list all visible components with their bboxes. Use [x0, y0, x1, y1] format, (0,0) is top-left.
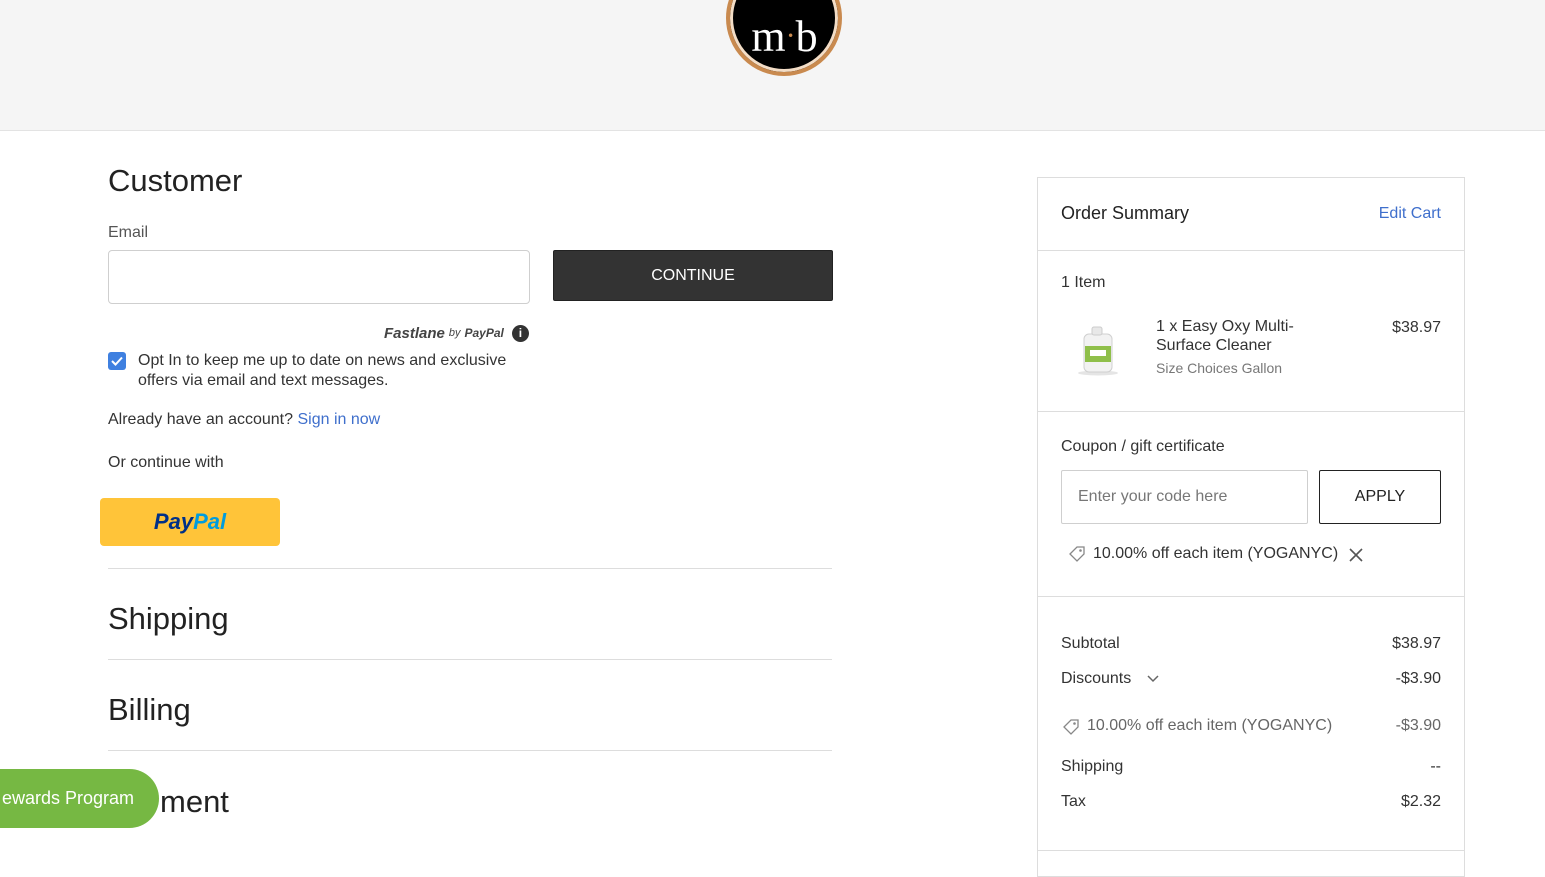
discount-detail-label: 10.00% off each item (YOGANYC) [1087, 717, 1333, 734]
coupon-toggle-link[interactable]: Coupon / gift certificate [1061, 438, 1225, 456]
shipping-heading[interactable]: Shipping [108, 601, 229, 637]
section-divider [108, 659, 832, 660]
chevron-down-icon[interactable] [1147, 675, 1159, 683]
checkbox-check-icon [111, 356, 123, 366]
email-label: Email [108, 224, 149, 241]
brand-logo[interactable]: m · b [726, 0, 842, 76]
email-field[interactable] [108, 250, 530, 304]
account-prompt-row: Already have an account? Sign in now [108, 411, 380, 429]
product-price: $38.97 [1392, 319, 1441, 336]
fastlane-badge: Fastlane by PayPal i [384, 323, 529, 343]
paypal-button[interactable]: Pay Pal [100, 498, 280, 546]
section-divider [108, 568, 832, 569]
order-summary-title: Order Summary [1061, 203, 1190, 223]
coupon-input[interactable] [1061, 470, 1308, 524]
product-name-line2: Surface Cleaner [1156, 337, 1272, 354]
subtotal-label: Subtotal [1061, 635, 1120, 652]
discount-detail-value: -$3.90 [1395, 717, 1441, 734]
customer-heading: Customer [108, 163, 243, 198]
continue-with-label: Or continue with [108, 454, 224, 471]
tag-icon [1069, 546, 1085, 562]
tax-value: $2.32 [1400, 793, 1441, 810]
fastlane-name: Fastlane [384, 324, 445, 342]
order-summary-panel: Order Summary Edit Cart 1 Item 1 x Easy … [1037, 177, 1465, 877]
discounts-value: -$3.90 [1395, 670, 1441, 687]
optin-label: Opt In to keep me up to date on news and… [138, 352, 507, 389]
summary-divider [1038, 411, 1464, 412]
summary-divider [1038, 850, 1464, 851]
payment-heading[interactable]: ment [160, 784, 229, 820]
shipping-value: -- [1430, 758, 1441, 775]
site-header: m · b [0, 0, 1545, 131]
item-count: 1 Item [1061, 274, 1106, 291]
subtotal-value: $38.97 [1392, 635, 1441, 652]
continue-button[interactable]: CONTINUE [553, 250, 833, 301]
applied-coupon: 10.00% off each item (YOGANYC) [1093, 545, 1339, 562]
logo-dot: · [785, 19, 796, 52]
paypal-logo-pay: Pay [153, 509, 194, 534]
logo-letter-b: b [795, 11, 818, 61]
product-bottle-icon [1078, 326, 1118, 376]
apply-coupon-button[interactable]: APPLY [1319, 470, 1441, 524]
rewards-program-button[interactable]: ewards Program [0, 769, 159, 828]
product-name-line1: 1 x Easy Oxy Multi- [1156, 318, 1294, 335]
optin-checkbox[interactable] [108, 352, 126, 370]
tag-icon [1063, 719, 1079, 735]
discounts-label: Discounts [1061, 670, 1132, 687]
paypal-logo-pal: Pal [193, 509, 227, 534]
shipping-label: Shipping [1061, 758, 1124, 775]
info-icon[interactable]: i [511, 324, 529, 342]
fastlane-brand: PayPal [464, 326, 504, 340]
product-name: 1 x Easy Oxy Multi- Surface Cleaner [1156, 317, 1294, 355]
account-prompt: Already have an account? [108, 411, 294, 428]
summary-divider [1038, 250, 1464, 251]
sign-in-link[interactable]: Sign in now [297, 411, 380, 428]
edit-cart-link[interactable]: Edit Cart [1379, 205, 1441, 223]
close-icon[interactable] [1349, 548, 1363, 562]
fastlane-by: by [448, 327, 461, 339]
summary-divider [1038, 596, 1464, 597]
logo-letter-m: m [751, 11, 785, 61]
product-option: Size Choices Gallon [1156, 360, 1283, 376]
section-divider [108, 750, 832, 751]
tax-label: Tax [1061, 793, 1086, 810]
billing-heading[interactable]: Billing [108, 692, 191, 728]
